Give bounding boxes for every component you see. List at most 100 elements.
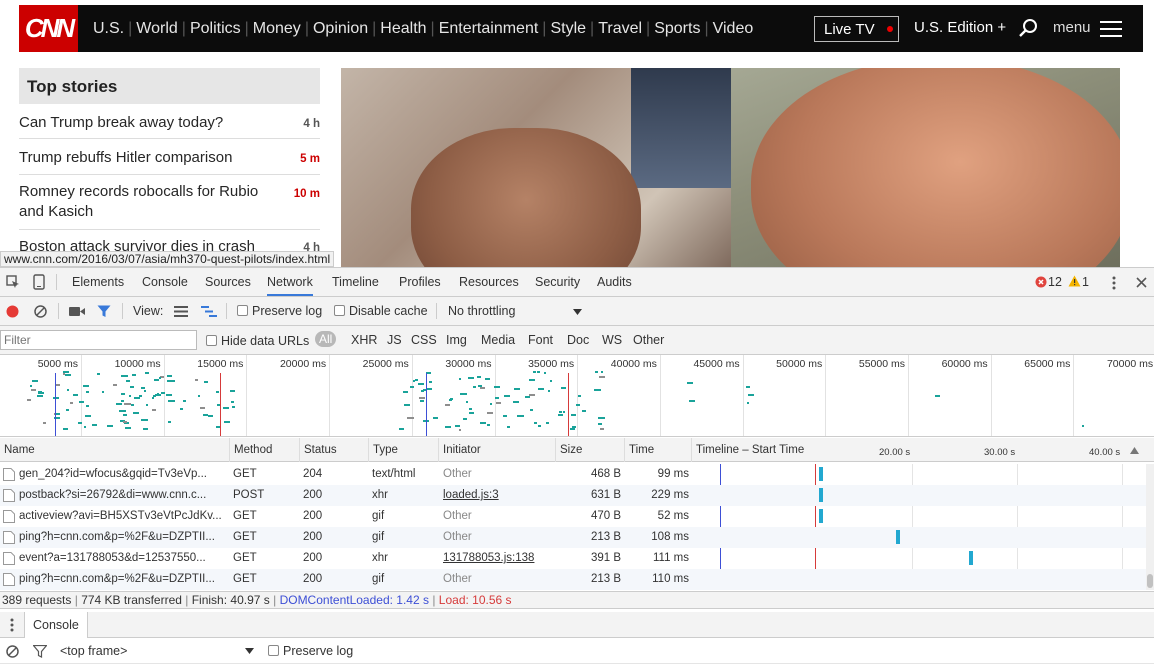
overview-request-mark — [167, 421, 171, 424]
overview-request-mark — [569, 428, 576, 431]
nav-link-politics[interactable]: Politics — [186, 20, 245, 38]
column-status[interactable]: Status — [300, 438, 369, 462]
warning-count[interactable]: 1 — [1082, 275, 1089, 289]
checkbox-box[interactable] — [206, 335, 217, 346]
nav-link-health[interactable]: Health — [376, 20, 430, 38]
story-headline[interactable]: Romney records robocalls for Rubio and K… — [19, 182, 274, 222]
table-row[interactable]: gen_204?id=wfocus&gqid=Tv3eVp... GET 204 te… — [0, 464, 1146, 485]
nav-link-entertainment[interactable]: Entertainment — [435, 20, 543, 38]
console-preserve-log-checkbox[interactable]: Preserve log — [268, 644, 353, 658]
filter-js[interactable]: JS — [387, 333, 402, 347]
drawer-tab-console[interactable]: Console — [24, 612, 88, 638]
capture-screenshots-icon[interactable] — [69, 306, 85, 317]
filter-all[interactable]: All — [315, 331, 337, 347]
table-row[interactable]: ping?h=cnn.com&p=%2F&u=DZPTII... GET 200 gi… — [0, 569, 1146, 590]
hero-image[interactable] — [341, 68, 1120, 267]
nav-link-world[interactable]: World — [132, 20, 182, 38]
disable-cache-checkbox[interactable]: Disable cache — [334, 304, 428, 318]
console-filter-icon[interactable] — [33, 645, 47, 658]
filter-font[interactable]: Font — [528, 333, 553, 347]
overview-request-mark — [600, 428, 604, 431]
record-icon[interactable] — [6, 305, 19, 318]
context-selector[interactable]: <top frame> — [60, 644, 127, 658]
nav-link-video[interactable]: Video — [709, 20, 758, 38]
column-name[interactable]: Name — [0, 438, 230, 462]
tab-audits[interactable]: Audits — [597, 275, 632, 289]
story-headline[interactable]: Can Trump break away today? — [19, 113, 274, 133]
dropdown-arrow-icon[interactable] — [573, 309, 582, 315]
column-initiator[interactable]: Initiator — [439, 438, 556, 462]
filter-icon[interactable] — [97, 305, 111, 318]
preserve-log-checkbox[interactable]: Preserve log — [237, 304, 322, 318]
live-tv-button[interactable]: Live TV — [814, 16, 899, 42]
close-devtools-icon[interactable] — [1136, 277, 1147, 288]
filter-xhr[interactable]: XHR — [351, 333, 377, 347]
column-size[interactable]: Size — [556, 438, 625, 462]
filter-doc[interactable]: Doc — [567, 333, 589, 347]
inspect-element-icon[interactable] — [6, 275, 20, 289]
filter-media[interactable]: Media — [481, 333, 515, 347]
nav-link-style[interactable]: Style — [546, 20, 590, 38]
tab-console[interactable]: Console — [142, 275, 188, 289]
checkbox-box[interactable] — [268, 645, 279, 656]
dropdown-arrow-icon[interactable] — [245, 648, 254, 654]
filter-img[interactable]: Img — [446, 333, 467, 347]
tab-resources[interactable]: Resources — [459, 275, 519, 289]
large-rows-icon[interactable] — [174, 306, 188, 317]
overview-request-mark — [37, 394, 43, 397]
error-count[interactable]: 12 — [1048, 275, 1062, 289]
tab-profiles[interactable]: Profiles — [399, 275, 441, 289]
more-options-icon[interactable] — [1112, 276, 1116, 290]
clear-console-icon[interactable] — [6, 645, 19, 658]
edition-selector[interactable]: U.S. Edition + — [914, 19, 1006, 36]
tab-elements[interactable]: Elements — [72, 275, 124, 289]
overview-icon[interactable] — [201, 305, 217, 318]
column-time[interactable]: Time — [625, 438, 692, 462]
story-headline[interactable]: Trump rebuffs Hitler comparison — [19, 148, 274, 168]
tab-sources[interactable]: Sources — [205, 275, 251, 289]
network-overview[interactable]: 5000 ms 10000 ms 15000 ms 20000 ms 25000 ms 3… — [0, 355, 1154, 437]
column-type[interactable]: Type — [369, 438, 439, 462]
cell-initiator[interactable]: 131788053.js:138 — [443, 552, 551, 564]
cnn-logo[interactable]: CNN — [19, 5, 78, 52]
table-row[interactable]: event?a=131788053&d=12537550... GET 200 xhr… — [0, 548, 1146, 569]
clear-icon[interactable] — [34, 305, 47, 318]
table-row[interactable]: ping?h=cnn.com&p=%2F&u=DZPTII... GET 200 gi… — [0, 527, 1146, 548]
hide-data-urls-checkbox[interactable]: Hide data URLs — [206, 334, 309, 348]
timeline-column-label: Timeline – Start Time — [696, 444, 805, 456]
filter-ws[interactable]: WS — [602, 333, 622, 347]
search-icon[interactable] — [1018, 18, 1038, 38]
column-timeline[interactable]: Timeline – Start Time 20.00 s 30.00 s 40… — [692, 438, 1146, 462]
story-item[interactable]: Romney records robocalls for Rubio and K… — [19, 176, 320, 230]
tab-timeline[interactable]: Timeline — [332, 275, 379, 289]
table-row[interactable]: postback?si=26792&di=www.cnn.c... POST 200… — [0, 485, 1146, 506]
nav-link-sports[interactable]: Sports — [650, 20, 704, 38]
filter-other[interactable]: Other — [633, 333, 664, 347]
device-mode-icon[interactable] — [33, 274, 45, 290]
tab-network[interactable]: Network — [267, 275, 313, 296]
filter-css[interactable]: CSS — [411, 333, 437, 347]
column-method[interactable]: Method — [230, 438, 300, 462]
cell-initiator[interactable]: loaded.js:3 — [443, 489, 551, 501]
nav-link-u-s[interactable]: U.S. — [89, 20, 128, 38]
sort-ascending-icon[interactable] — [1130, 447, 1139, 454]
overview-request-mark — [207, 414, 213, 417]
story-item[interactable]: Trump rebuffs Hitler comparison 5 m — [19, 140, 320, 175]
story-item[interactable]: Can Trump break away today? 4 h — [19, 106, 320, 139]
nav-link-opinion[interactable]: Opinion — [309, 20, 372, 38]
scrollbar-thumb[interactable] — [1147, 574, 1153, 588]
tab-security[interactable]: Security — [535, 275, 580, 289]
nav-link-travel[interactable]: Travel — [594, 20, 646, 38]
nav-link-money[interactable]: Money — [249, 20, 305, 38]
table-row[interactable]: activeview?avi=BH5XSTv3eVtPcJdKv... GET 20… — [0, 506, 1146, 527]
hamburger-icon[interactable] — [1100, 20, 1122, 38]
checkbox-box[interactable] — [237, 305, 248, 316]
menu-label[interactable]: menu — [1053, 19, 1091, 36]
drawer-menu-icon[interactable] — [10, 618, 14, 632]
overview-request-mark — [203, 381, 208, 384]
checkbox-box[interactable] — [334, 305, 345, 316]
scrollbar[interactable] — [1146, 464, 1154, 590]
throttling-select[interactable]: No throttling — [448, 304, 515, 318]
filter-input[interactable] — [0, 330, 197, 350]
live-dot-icon — [886, 26, 893, 32]
